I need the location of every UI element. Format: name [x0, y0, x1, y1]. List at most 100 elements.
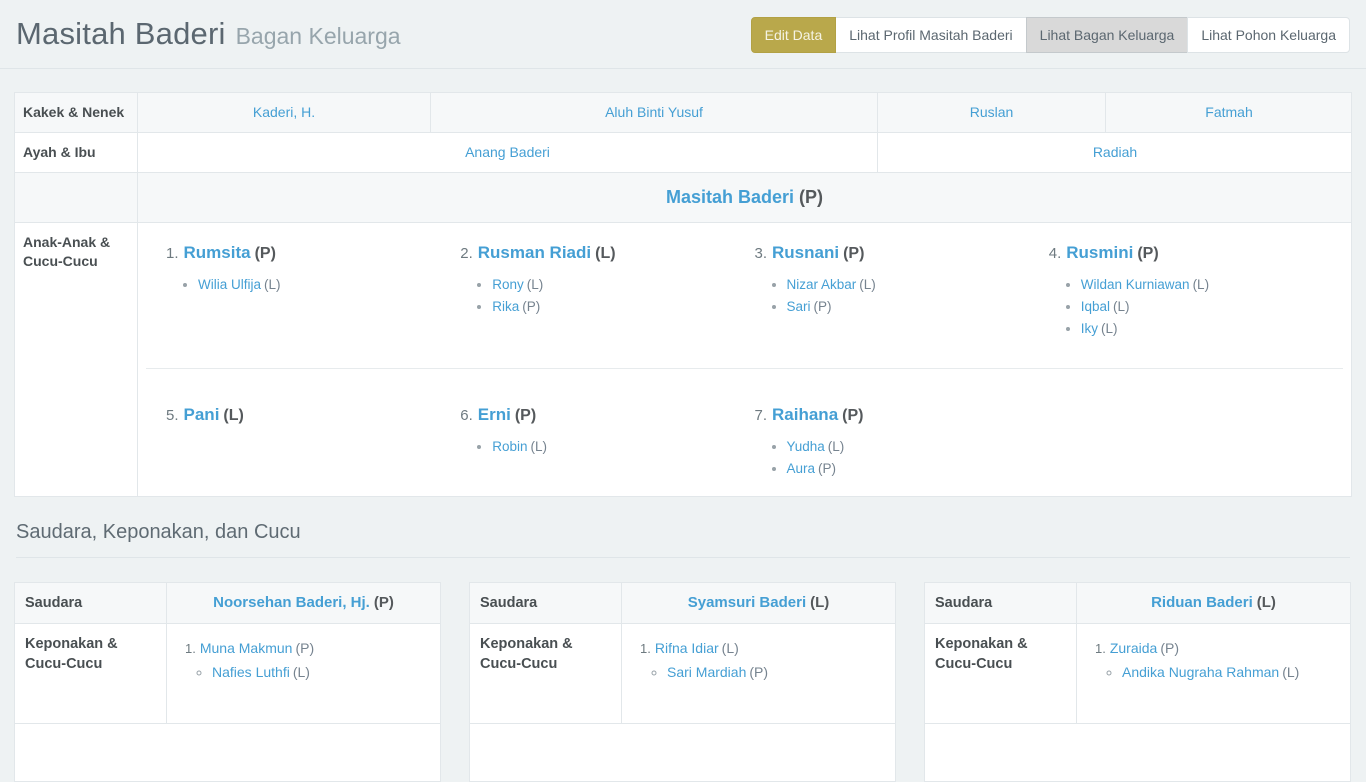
grandchildren-list: Wildan Kurniawan(L)Iqbal(L)Iky(L): [1049, 274, 1343, 340]
child-name-link[interactable]: Pani: [184, 405, 220, 424]
sibling-name-link[interactable]: Noorsehan Baderi, Hj.: [213, 594, 370, 611]
sibling-label: Saudara: [15, 583, 167, 623]
child-number: 4.: [1049, 245, 1062, 262]
child-heading: 4.Rusmini(P): [1049, 241, 1343, 266]
child-name-link[interactable]: Erni: [478, 405, 511, 424]
header-button-lihat-pohon-keluarga[interactable]: Lihat Pohon Keluarga: [1187, 17, 1350, 53]
nephew-number: 1.: [1095, 641, 1106, 656]
sibling-name-link[interactable]: Syamsuri Baderi: [688, 594, 806, 611]
grandchild-gender: (L): [531, 439, 548, 454]
page-subtitle: Bagan Keluarga: [236, 23, 401, 50]
self-gender: (P): [799, 187, 823, 207]
nephew-children-list: Sari Mardiah(P): [640, 661, 887, 683]
header-button-lihat-profil-masitah-baderi[interactable]: Lihat Profil Masitah Baderi: [835, 17, 1026, 53]
grandchild-link[interactable]: Aura: [787, 461, 816, 476]
header-button-lihat-bagan-keluarga[interactable]: Lihat Bagan Keluarga: [1026, 17, 1189, 53]
grandchild-gender: (L): [264, 277, 281, 292]
child-item: 2.Rusman Riadi(L)Rony(L)Rika(P): [460, 241, 754, 368]
grandparent-link-2[interactable]: Ruslan: [970, 104, 1014, 120]
sibling-card-1: SaudaraSyamsuri Baderi(L)Keponakan & Cuc…: [469, 582, 896, 782]
page: Masitah Baderi Bagan Keluarga Edit DataL…: [0, 0, 1366, 782]
child-heading: 3.Rusnani(P): [755, 241, 1049, 266]
grandchild-link[interactable]: Iky: [1081, 321, 1098, 336]
self-name-link[interactable]: Masitah Baderi: [666, 187, 794, 207]
nephews-list: 1.Zuraida(P)Andika Nugraha Rahman(L): [1077, 624, 1350, 723]
child-number: 1.: [166, 245, 179, 262]
grandchild-link[interactable]: Wilia Ulfija: [198, 277, 261, 292]
child-gender: (P): [515, 407, 536, 424]
grandchild-link[interactable]: Wildan Kurniawan: [1081, 277, 1190, 292]
grandchild-item: Iqbal(L): [1081, 296, 1343, 318]
sibling-card-nephews-row: Keponakan & Cucu-Cucu 1.Muna Makmun(P)Naf…: [15, 624, 440, 724]
grandchildren-list: Yudha(L)Aura(P): [755, 436, 1049, 480]
header-button-edit-data[interactable]: Edit Data: [751, 17, 837, 53]
sibling-card-nephews-row: Keponakan & Cucu-Cucu1.Rifna Idiar(L)Sar…: [470, 624, 895, 724]
grandchild-link[interactable]: Rika: [492, 299, 519, 314]
child-item: 4.Rusmini(P)Wildan Kurniawan(L)Iqbal(L)I…: [1049, 241, 1343, 368]
sibling-name-link[interactable]: Riduan Baderi: [1151, 594, 1253, 611]
grandparent-link-0[interactable]: Kaderi, H.: [253, 104, 315, 120]
grandchild-link[interactable]: Robin: [492, 439, 527, 454]
grandparent-link-3[interactable]: Fatmah: [1205, 104, 1252, 120]
nephews-label: Keponakan & Cucu-Cucu: [15, 624, 167, 723]
grandchild-gender: (L): [527, 277, 544, 292]
grandchild-link[interactable]: Sari: [787, 299, 811, 314]
grandchild-gender: (L): [1193, 277, 1210, 292]
child-name-link[interactable]: Rumsita: [184, 243, 251, 262]
parent-link-0[interactable]: Anang Baderi: [465, 144, 550, 160]
child-name-link[interactable]: Rusmini: [1066, 243, 1133, 262]
child-name-link[interactable]: Rusman Riadi: [478, 243, 591, 262]
family-chart-table: Kakek & Nenek Kaderi, H. Aluh Binti Yusuf…: [14, 92, 1352, 497]
child-number: 6.: [460, 407, 473, 424]
grandchildren-list: Rony(L)Rika(P): [460, 274, 754, 318]
grandchildren-list: Nizar Akbar(L)Sari(P): [755, 274, 1049, 318]
grandchild-item: Rika(P): [492, 296, 754, 318]
grandchild-gender: (L): [1101, 321, 1118, 336]
parents-row-label: Ayah & Ibu: [15, 133, 138, 172]
parent-cell-0: Anang Baderi: [138, 133, 878, 172]
sibling-card-header-row: SaudaraSyamsuri Baderi(L): [470, 583, 895, 624]
grandchild-item: Sari(P): [787, 296, 1049, 318]
parents-cells: Anang Baderi Radiah: [138, 133, 1352, 172]
sibling-card-header-row: SaudaraNoorsehan Baderi, Hj.(P): [15, 583, 440, 624]
grandchild-gender: (P): [818, 461, 836, 476]
grandchildren-list: Robin (L): [460, 436, 754, 458]
sibling-name-cell: Syamsuri Baderi(L): [622, 583, 895, 623]
children-grid-row-2: 5.Pani(L)6.Erni(P)Robin(L)7.Raihana(P)Yu…: [146, 369, 1343, 496]
nephew-link[interactable]: Rifna Idiar: [655, 640, 719, 656]
nephew-item: 1.Zuraida(P): [1095, 637, 1342, 660]
nephew-child-item: Nafies Luthfi(L): [212, 661, 432, 683]
nephew-child-item: Andika Nugraha Rahman(L): [1122, 661, 1342, 683]
nephew-link[interactable]: Zuraida: [1110, 640, 1157, 656]
child-name-link[interactable]: Raihana: [772, 405, 838, 424]
grandparents-row-label: Kakek & Nenek: [15, 93, 138, 132]
grandparent-link-1[interactable]: Aluh Binti Yusuf: [605, 104, 703, 120]
sibling-label: Saudara: [925, 583, 1077, 623]
grandchild-item: Robin (L): [492, 436, 754, 458]
sibling-name-cell: Noorsehan Baderi, Hj.(P): [167, 583, 440, 623]
page-title-group: Masitah Baderi Bagan Keluarga: [16, 16, 401, 52]
grandchild-link[interactable]: Nizar Akbar: [787, 277, 857, 292]
parent-link-1[interactable]: Radiah: [1093, 144, 1137, 160]
sibling-card-2: SaudaraRiduan Baderi(L)Keponakan & Cucu-…: [924, 582, 1351, 782]
nephew-link[interactable]: Muna Makmun: [200, 640, 293, 656]
grandchild-link[interactable]: Yudha: [787, 439, 825, 454]
grandchild-link[interactable]: Iqbal: [1081, 299, 1110, 314]
grandchild-link[interactable]: Rony: [492, 277, 524, 292]
sibling-card-header-row: SaudaraRiduan Baderi(L): [925, 583, 1350, 624]
nephew-number: 1.: [640, 641, 651, 656]
grandchild-item: Rony(L): [492, 274, 754, 296]
nephew-item: 1.Muna Makmun(P): [185, 637, 432, 660]
sibling-gender: (P): [374, 594, 394, 611]
self-cell: Masitah Baderi(P): [138, 173, 1351, 222]
nephew-children-list: Nafies Luthfi(L): [185, 661, 432, 683]
nephew-child-item: Sari Mardiah(P): [667, 661, 887, 683]
grandchild-item: Nizar Akbar(L): [787, 274, 1049, 296]
siblings-section-heading: Saudara, Keponakan, dan Cucu: [16, 497, 1350, 558]
grandchild-item: Wildan Kurniawan(L): [1081, 274, 1343, 296]
child-number: 5.: [166, 407, 179, 424]
grandchildren-list: Wilia Ulfija(L): [166, 274, 460, 296]
sibling-card-nephews-row: Keponakan & Cucu-Cucu1.Zuraida(P)Andika …: [925, 624, 1350, 724]
child-name-link[interactable]: Rusnani: [772, 243, 839, 262]
child-item: 7.Raihana(P)Yudha(L)Aura(P): [755, 403, 1049, 496]
